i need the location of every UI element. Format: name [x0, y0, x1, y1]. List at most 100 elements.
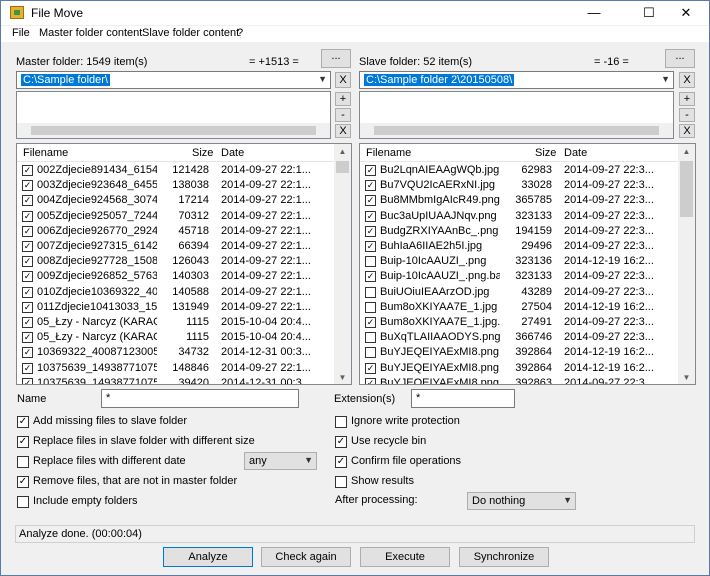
checkbox[interactable]: ✓ [17, 416, 29, 428]
file-row[interactable]: ✓ 009Zdjecie926852_576333... 140303 2014… [17, 269, 337, 284]
file-row[interactable]: ✓ 005Zdjecie925057_724465... 70312 2014-… [17, 209, 337, 224]
row-checkbox[interactable] [365, 286, 376, 298]
slave-browse-button[interactable]: ... [665, 49, 695, 68]
file-row[interactable]: ✓ 007Zdjecie927315_614202... 66394 2014-… [17, 239, 337, 254]
file-row[interactable]: ✓ 004Zdjecie924568_307462... 17214 2014-… [17, 193, 337, 208]
master-file-list[interactable]: Filename Size Date ✓ 002Zdjecie891434_61… [16, 143, 352, 385]
slave-remove-folder-button[interactable]: - [679, 108, 695, 122]
file-row[interactable]: ✓ Bum8oXKIYAA7E_1.jpg.bak 27491 2014-09-… [360, 315, 680, 330]
close-button[interactable]: ✕ [663, 1, 709, 25]
row-checkbox[interactable]: ✓ [22, 286, 33, 298]
file-row[interactable]: ✓ BudgZRXIYAAnBc_.png 194159 2014-09-27 … [360, 224, 680, 239]
file-row[interactable]: ✓ Bu8MMbmIgAIcR49.png 365785 2014-09-27 … [360, 193, 680, 208]
minimize-button[interactable]: — [571, 1, 617, 25]
horizontal-scrollbar[interactable] [17, 123, 330, 138]
extensions-filter-input[interactable]: * [411, 389, 515, 408]
horizontal-scrollbar[interactable] [360, 123, 673, 138]
row-checkbox[interactable]: ✓ [365, 377, 376, 384]
row-checkbox[interactable]: ✓ [22, 362, 33, 374]
file-row[interactable]: ✓ 010Zdjecie10369322_4008... 140588 2014… [17, 285, 337, 300]
row-checkbox[interactable]: ✓ [365, 225, 376, 237]
slave-add-folder-button[interactable]: + [679, 92, 695, 106]
file-row[interactable]: ✓ 002Zdjecie891434_615438... 121428 2014… [17, 163, 337, 178]
file-row[interactable]: ✓ BuhIaA6IIAE2h5I.jpg 29496 2014-09-27 2… [360, 239, 680, 254]
menu-help[interactable]: ? [237, 27, 243, 39]
master-folder-list[interactable] [16, 91, 331, 139]
checkbox[interactable]: ✓ [17, 476, 29, 488]
file-row[interactable]: ✓ 003Zdjecie923648_645541... 138038 2014… [17, 178, 337, 193]
row-checkbox[interactable]: ✓ [365, 210, 376, 222]
row-checkbox[interactable] [365, 301, 376, 313]
master-add-folder-button[interactable]: + [335, 92, 351, 106]
file-row[interactable]: ✓ 011Zdjecie10413033_1587... 131949 2014… [17, 300, 337, 315]
file-row[interactable]: ✓ Bu7VQU2IcAERxNI.jpg 33028 2014-09-27 2… [360, 178, 680, 193]
checkbox[interactable] [17, 496, 29, 508]
menu-master-folder-content[interactable]: Master folder content [39, 27, 142, 39]
file-row[interactable]: BuXqTLAIIAAODYS.png 366746 2014-09-27 22… [360, 330, 680, 345]
row-checkbox[interactable]: ✓ [365, 271, 376, 283]
analyze-button[interactable]: Analyze [163, 547, 253, 567]
file-row[interactable]: ✓ Bu2LqnAIEAAgWQb.jpg 62983 2014-09-27 2… [360, 163, 680, 178]
check-again-button[interactable]: Check again [261, 547, 351, 567]
row-checkbox[interactable]: ✓ [365, 165, 376, 176]
execute-button[interactable]: Execute [360, 547, 450, 567]
file-row[interactable]: ✓ 10369322_40087123005358... 34732 2014-… [17, 345, 337, 360]
row-checkbox[interactable]: ✓ [22, 347, 33, 359]
row-checkbox[interactable]: ✓ [22, 301, 33, 313]
file-row[interactable]: ✓ 10375639_14938771075139... 39420 2014-… [17, 376, 337, 384]
row-checkbox[interactable]: ✓ [22, 332, 33, 344]
column-date[interactable]: Date [564, 147, 587, 159]
row-checkbox[interactable]: ✓ [22, 165, 33, 176]
slave-clear-path-button[interactable]: X [679, 72, 695, 88]
checkbox[interactable] [17, 456, 29, 468]
file-row[interactable]: ✓ 006Zdjecie926770_292458... 45718 2014-… [17, 224, 337, 239]
row-checkbox[interactable]: ✓ [22, 195, 33, 207]
vertical-scrollbar[interactable]: ▲ ▼ [678, 144, 695, 384]
row-checkbox[interactable]: ✓ [22, 225, 33, 237]
column-size[interactable]: Size [192, 147, 213, 159]
row-checkbox[interactable] [365, 256, 376, 268]
checkbox[interactable] [335, 416, 347, 428]
master-path-combo[interactable]: C:\Sample folder\ ▼ [16, 71, 331, 89]
column-date[interactable]: Date [221, 147, 244, 159]
file-row[interactable]: BuYJEQEIYAExMI8.png 392864 2014-12-19 16… [360, 345, 680, 360]
row-checkbox[interactable]: ✓ [22, 317, 33, 328]
checkbox[interactable] [335, 476, 347, 488]
row-checkbox[interactable]: ✓ [22, 271, 33, 283]
row-checkbox[interactable]: ✓ [22, 210, 33, 222]
row-checkbox[interactable]: ✓ [22, 256, 33, 268]
menu-file[interactable]: File [12, 27, 30, 39]
vertical-scrollbar[interactable]: ▲ ▼ [334, 144, 351, 384]
row-checkbox[interactable]: ✓ [365, 362, 376, 374]
row-checkbox[interactable]: ✓ [365, 180, 376, 192]
checkbox[interactable]: ✓ [335, 436, 347, 448]
row-checkbox[interactable] [365, 347, 376, 359]
date-mode-select[interactable]: any ▼ [244, 452, 317, 470]
row-checkbox[interactable]: ✓ [365, 241, 376, 252]
master-clear-list-button[interactable]: X [335, 124, 351, 138]
checkbox[interactable]: ✓ [17, 436, 29, 448]
file-row[interactable]: ✓ Buip-10IcAAUZI_.png.bak 323133 2014-09… [360, 269, 680, 284]
column-filename[interactable]: Filename [366, 147, 411, 159]
row-checkbox[interactable]: ✓ [365, 317, 376, 328]
master-browse-button[interactable]: ... [321, 49, 351, 68]
column-filename[interactable]: Filename [23, 147, 68, 159]
synchronize-button[interactable]: Synchronize [459, 547, 549, 567]
row-checkbox[interactable]: ✓ [365, 195, 376, 207]
file-row[interactable]: BuiUOiuIEAArzOD.jpg 43289 2014-09-27 22:… [360, 285, 680, 300]
slave-folder-list[interactable] [359, 91, 674, 139]
row-checkbox[interactable] [365, 332, 376, 344]
column-size[interactable]: Size [535, 147, 556, 159]
file-row[interactable]: Bum8oXKIYAA7E_1.jpg 27504 2014-12-19 16:… [360, 300, 680, 315]
checkbox[interactable]: ✓ [335, 456, 347, 468]
file-row[interactable]: ✓ BuYJEQEIYAExMI8.png.bak 392864 2014-12… [360, 361, 680, 376]
file-row[interactable]: ✓ 008Zdjecie927728_150864... 126043 2014… [17, 254, 337, 269]
slave-file-list[interactable]: Filename Size Date ✓ Bu2LqnAIEAAgWQb.jpg… [359, 143, 696, 385]
menu-slave-folder-content[interactable]: Slave folder content [142, 27, 239, 39]
row-checkbox[interactable]: ✓ [22, 180, 33, 192]
file-row[interactable]: ✓ BuYJEQEIYAExMI8.png.bak 392863 2014-09… [360, 376, 680, 384]
row-checkbox[interactable]: ✓ [22, 377, 33, 384]
file-row[interactable]: ✓ 05_Łzy - Narcyz (KARAOK... 1115 2015-1… [17, 315, 337, 330]
file-row[interactable]: Buip-10IcAAUZI_.png 323136 2014-12-19 16… [360, 254, 680, 269]
slave-path-combo[interactable]: C:\Sample folder 2\20150508\ ▼ [359, 71, 674, 89]
